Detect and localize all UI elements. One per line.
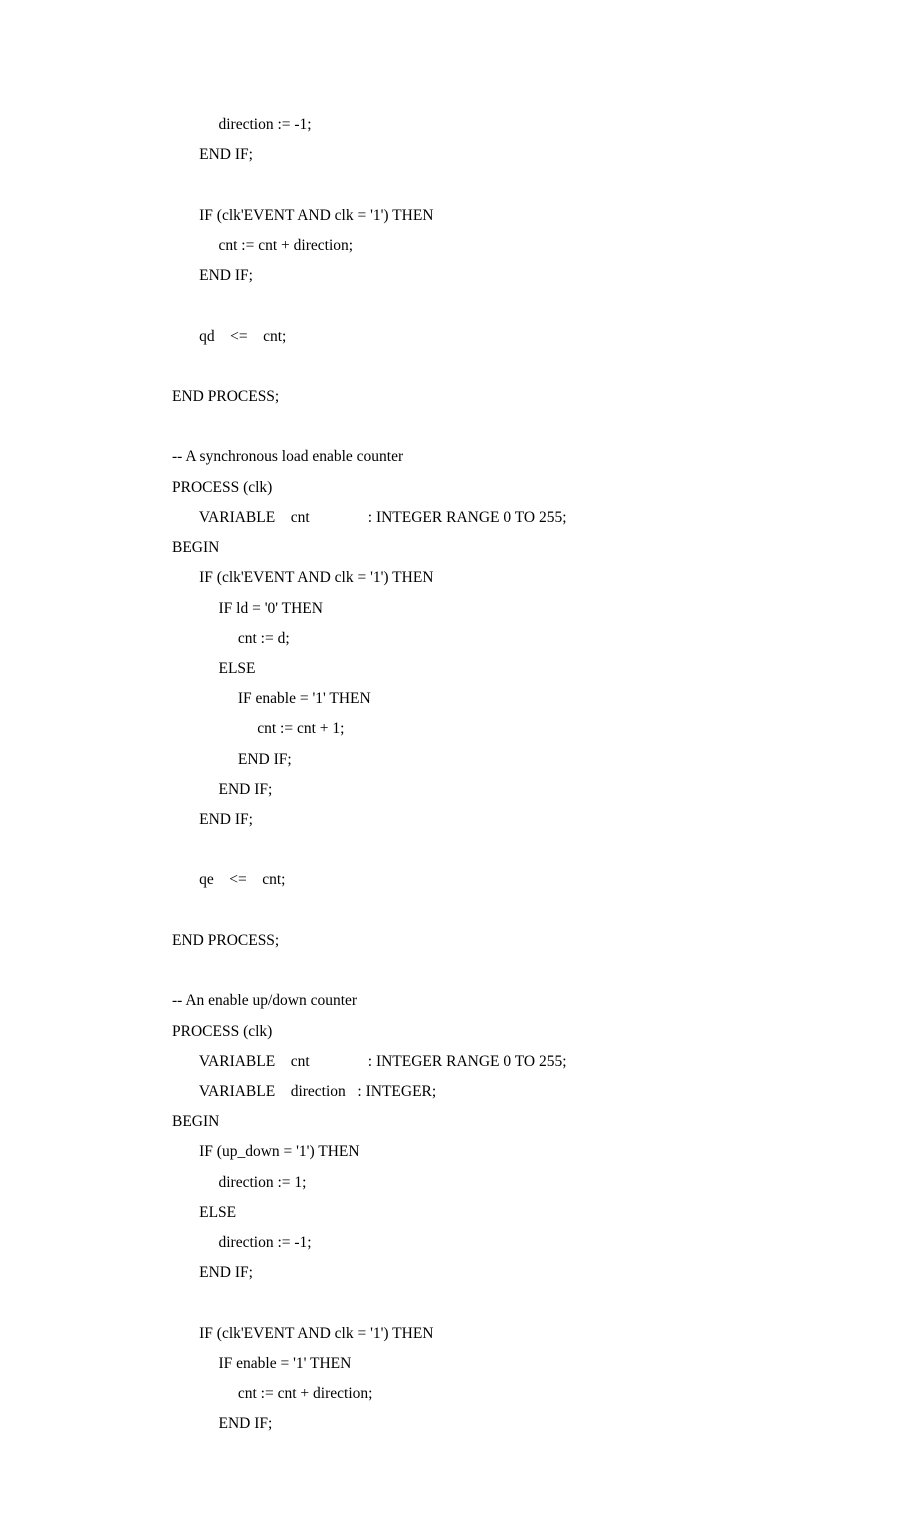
code-line: VARIABLE cnt : INTEGER RANGE 0 TO 255; [172, 503, 840, 533]
code-line: END IF; [172, 745, 840, 775]
code-line: VARIABLE direction : INTEGER; [172, 1077, 840, 1107]
code-line [172, 352, 840, 382]
code-line: direction := 1; [172, 1168, 840, 1198]
code-line [172, 1289, 840, 1319]
code-line: END IF; [172, 805, 840, 835]
code-line: direction := -1; [172, 110, 840, 140]
code-line: -- A synchronous load enable counter [172, 442, 840, 472]
code-line: cnt := cnt + direction; [172, 1379, 840, 1409]
code-line: END PROCESS; [172, 926, 840, 956]
code-line [172, 170, 840, 200]
code-line: IF (clk'EVENT AND clk = '1') THEN [172, 201, 840, 231]
code-line: IF enable = '1' THEN [172, 684, 840, 714]
code-line [172, 412, 840, 442]
code-line [172, 291, 840, 321]
code-line: -- An enable up/down counter [172, 986, 840, 1016]
code-line [172, 835, 840, 865]
code-line: END PROCESS; [172, 382, 840, 412]
code-line: cnt := d; [172, 624, 840, 654]
code-line: IF enable = '1' THEN [172, 1349, 840, 1379]
code-line: BEGIN [172, 1107, 840, 1137]
code-line: ELSE [172, 654, 840, 684]
code-line: IF ld = '0' THEN [172, 594, 840, 624]
code-line: END IF; [172, 1409, 840, 1439]
code-line: IF (clk'EVENT AND clk = '1') THEN [172, 1319, 840, 1349]
code-line: qd <= cnt; [172, 322, 840, 352]
code-line: END IF; [172, 775, 840, 805]
code-line: IF (up_down = '1') THEN [172, 1137, 840, 1167]
code-line: cnt := cnt + 1; [172, 714, 840, 744]
code-line: END IF; [172, 261, 840, 291]
code-line: END IF; [172, 1258, 840, 1288]
code-line: END IF; [172, 140, 840, 170]
code-line: direction := -1; [172, 1228, 840, 1258]
code-block: direction := -1; END IF; IF (clk'EVENT A… [172, 110, 840, 1440]
code-line [172, 896, 840, 926]
code-line: qe <= cnt; [172, 865, 840, 895]
code-line: VARIABLE cnt : INTEGER RANGE 0 TO 255; [172, 1047, 840, 1077]
code-line [172, 956, 840, 986]
code-line: IF (clk'EVENT AND clk = '1') THEN [172, 563, 840, 593]
code-line: ELSE [172, 1198, 840, 1228]
code-line: PROCESS (clk) [172, 1017, 840, 1047]
code-line: cnt := cnt + direction; [172, 231, 840, 261]
code-line: BEGIN [172, 533, 840, 563]
code-line: PROCESS (clk) [172, 473, 840, 503]
